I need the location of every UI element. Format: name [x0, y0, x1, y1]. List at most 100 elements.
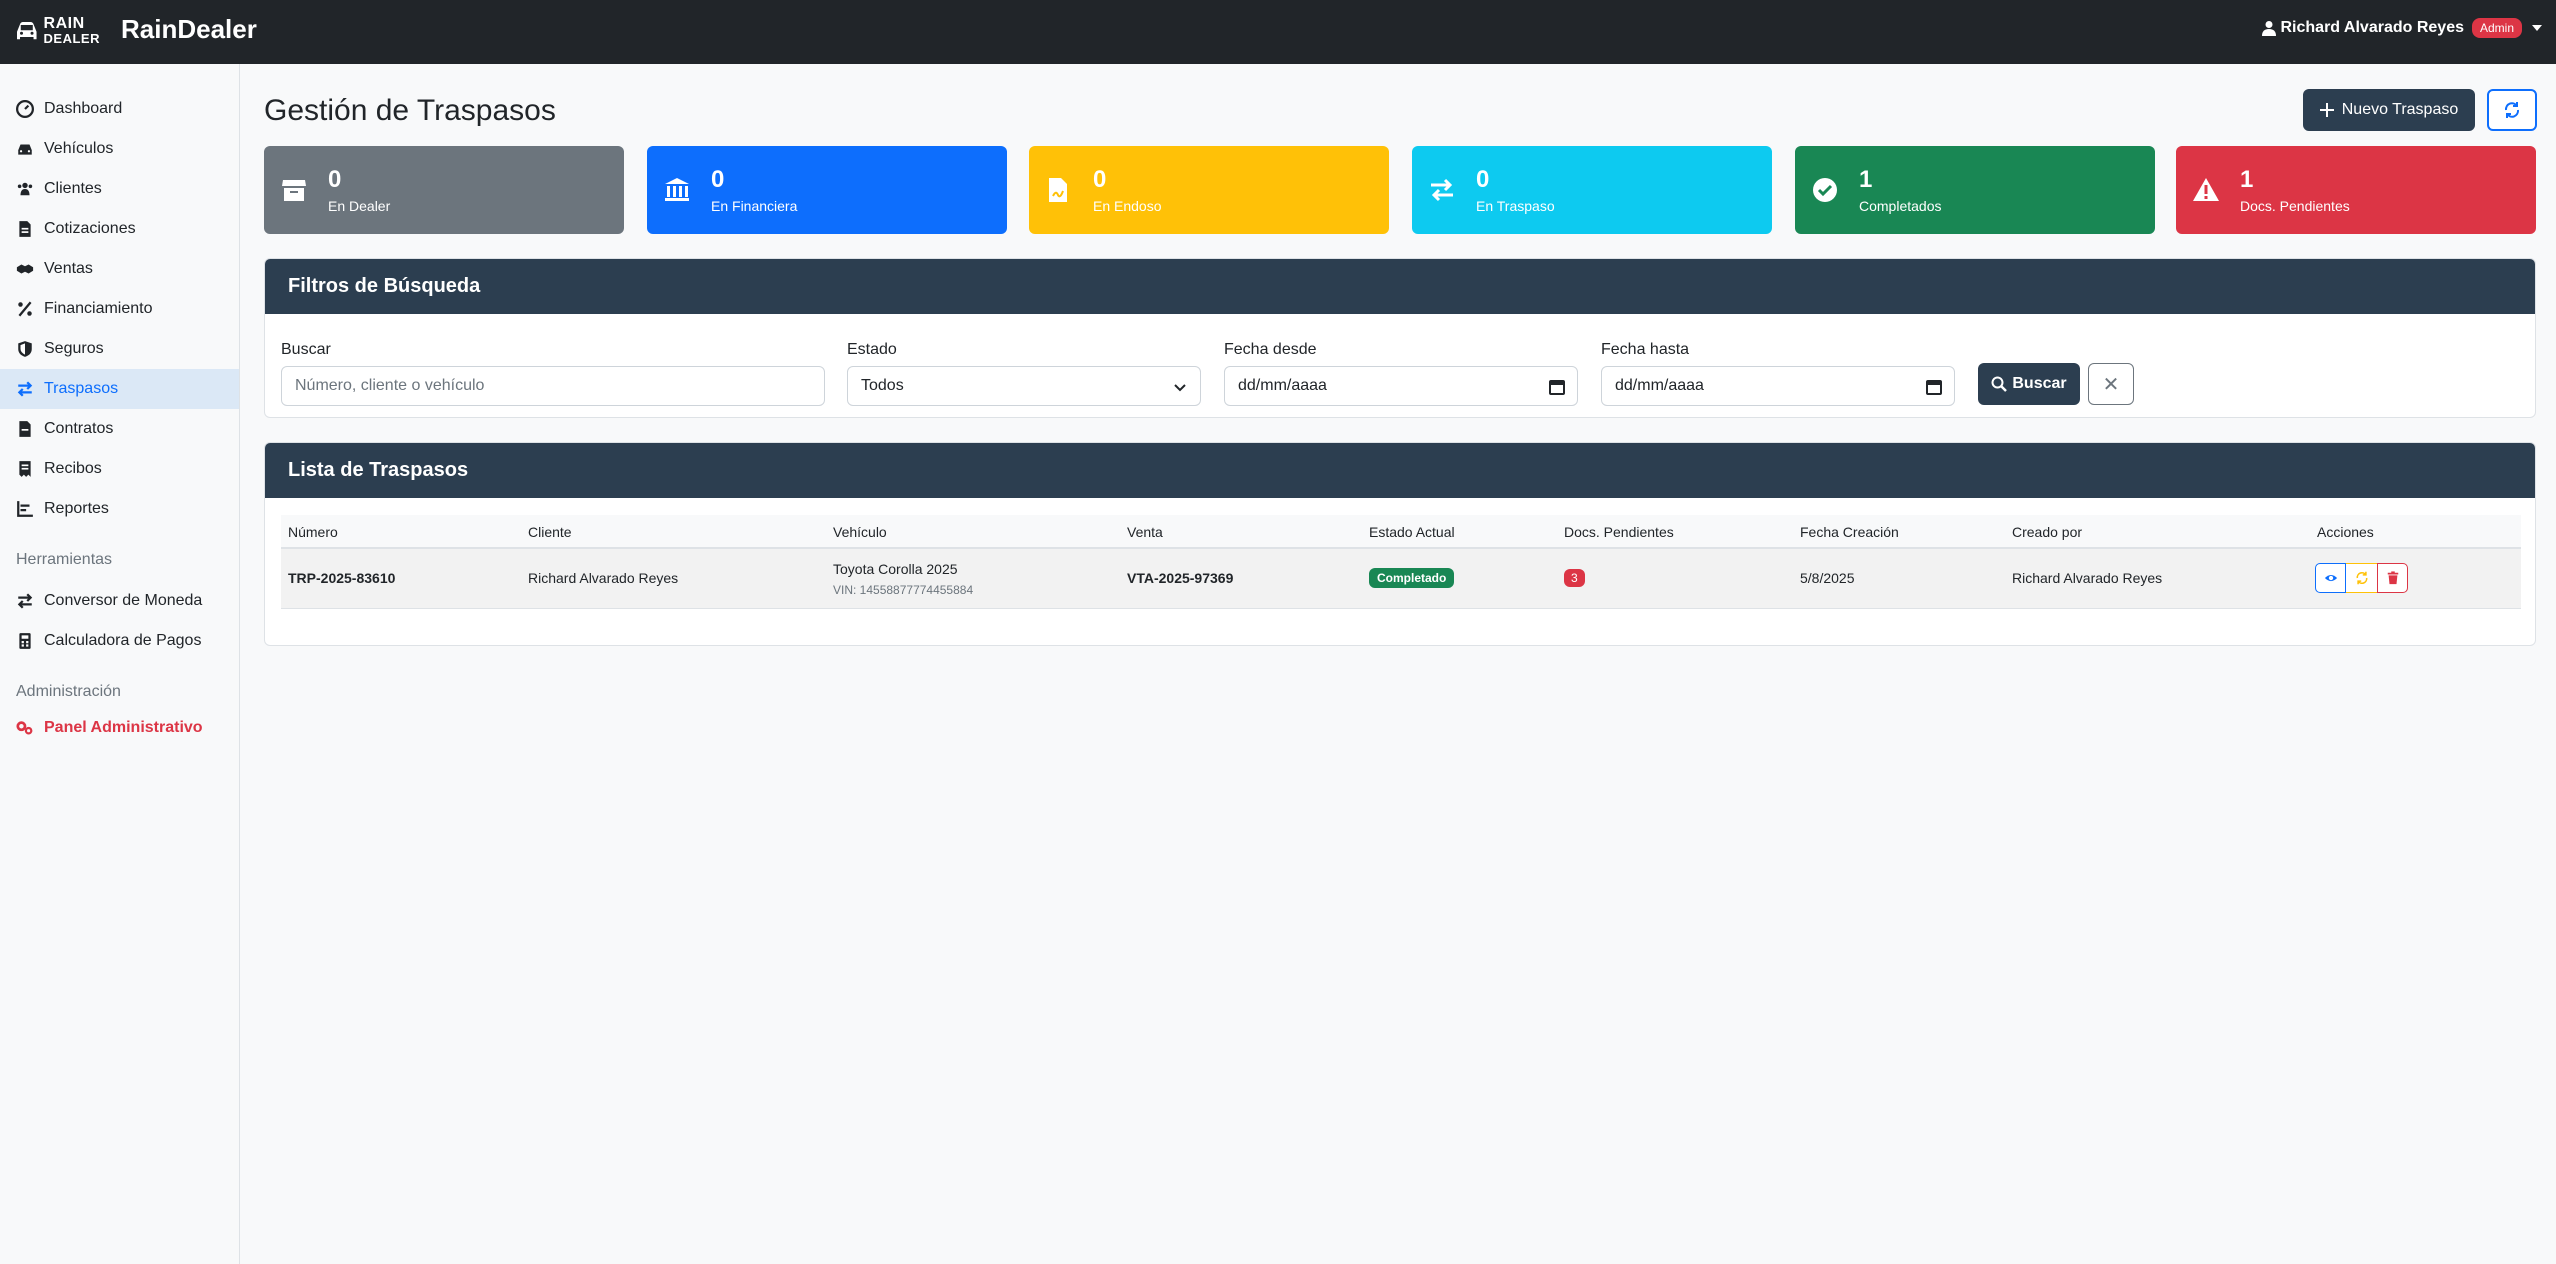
col-cliente: Cliente — [528, 524, 572, 540]
sidebar: Dashboard Vehículos Clientes Cotizacione… — [0, 64, 240, 1264]
car-logo-icon — [17, 21, 37, 40]
col-docs: Docs. Pendientes — [1564, 524, 1674, 540]
sidebar-item-label: Contratos — [44, 420, 114, 437]
sidebar-item-traspasos[interactable]: Traspasos — [0, 369, 239, 409]
update-status-button[interactable] — [2346, 563, 2377, 593]
col-venta: Venta — [1127, 524, 1163, 540]
top-navbar: RAIN DEALER RainDealer Richard Alvarado … — [0, 0, 2556, 64]
refresh-button[interactable] — [2487, 89, 2537, 131]
stat-label: En Dealer — [328, 198, 391, 214]
delete-button[interactable] — [2377, 563, 2408, 593]
sidebar-item-label: Seguros — [44, 340, 104, 357]
sidebar-item-label: Conversor de Moneda — [44, 592, 203, 609]
date-to-input[interactable]: dd/mm/aaaa — [1601, 366, 1955, 406]
file-icon — [19, 221, 31, 237]
exchange-icon — [17, 593, 33, 609]
stat-card-en-endoso: 0 En Endoso — [1029, 146, 1389, 234]
stats-row: 0 En Dealer 0 En Financiera 0 En Endoso 0 En… — [264, 146, 2536, 234]
search-input[interactable]: Número, cliente o vehículo — [281, 366, 825, 406]
sidebar-item-reportes[interactable]: Reportes — [0, 489, 239, 529]
cell-fecha: 5/8/2025 — [1800, 570, 1855, 586]
car-icon — [18, 144, 32, 155]
sidebar-item-contratos[interactable]: Contratos — [0, 409, 239, 449]
logo-line-2: DEALER — [43, 31, 100, 46]
handshake-icon — [16, 264, 34, 274]
status-select[interactable]: Todos — [847, 366, 1201, 406]
search-label: Buscar — [281, 341, 331, 358]
col-creado: Creado por — [2012, 524, 2083, 540]
table-row[interactable]: TRP-2025-83610 Richard Alvarado Reyes To… — [281, 549, 2521, 609]
stat-value: 1 — [1859, 166, 1873, 193]
stat-card-en-dealer: 0 En Dealer — [264, 146, 624, 234]
brand-logo[interactable]: RAIN DEALER — [14, 12, 100, 50]
sidebar-item-label: Traspasos — [44, 380, 119, 397]
admin-section-title: Administración — [16, 683, 121, 700]
sidebar-item-vehiculos[interactable]: Vehículos — [0, 129, 239, 169]
view-button[interactable] — [2315, 563, 2346, 593]
stat-value: 0 — [1476, 166, 1490, 193]
col-vehiculo: Vehículo — [833, 524, 887, 540]
docs-pending-badge: 3 — [1564, 569, 1585, 587]
status-select-value: Todos — [861, 377, 904, 394]
contract-icon — [19, 421, 31, 437]
calendar-icon — [1549, 380, 1565, 395]
bank-icon — [665, 178, 689, 201]
sidebar-item-label: Financiamiento — [44, 300, 153, 317]
signature-icon — [1049, 178, 1067, 202]
logo-line-1: RAIN — [43, 15, 85, 32]
percent-icon — [18, 301, 32, 317]
user-icon — [2261, 21, 2276, 36]
sidebar-item-label: Vehículos — [44, 140, 114, 157]
sidebar-item-seguros[interactable]: Seguros — [0, 329, 239, 369]
sidebar-item-clientes[interactable]: Clientes — [0, 169, 239, 209]
tools-section-title: Herramientas — [16, 551, 113, 568]
stat-card-docs-pendientes: 1 Docs. Pendientes — [2176, 146, 2536, 234]
brand-name[interactable]: RainDealer — [121, 14, 257, 45]
trash-icon — [2387, 571, 2398, 585]
shield-icon — [18, 341, 32, 357]
calendar-icon — [1926, 380, 1942, 395]
sidebar-item-admin-panel[interactable]: Panel Administrativo — [0, 713, 239, 743]
sidebar-item-recibos[interactable]: Recibos — [0, 449, 239, 489]
sidebar-item-label: Reportes — [44, 500, 109, 517]
date-from-input[interactable]: dd/mm/aaaa — [1224, 366, 1578, 406]
exchange-icon — [17, 381, 33, 397]
warning-icon — [2193, 178, 2219, 201]
sidebar-item-cotizaciones[interactable]: Cotizaciones — [0, 209, 239, 249]
chart-icon — [17, 501, 33, 517]
stat-value: 1 — [2240, 166, 2254, 193]
stat-card-en-financiera: 0 En Financiera — [647, 146, 1007, 234]
dashboard-icon — [16, 100, 34, 118]
sidebar-item-label: Calculadora de Pagos — [44, 632, 202, 649]
sidebar-item-label: Clientes — [44, 180, 102, 197]
stat-label: En Traspaso — [1476, 198, 1555, 214]
new-transfer-button[interactable]: Nuevo Traspaso — [2303, 89, 2475, 131]
receipt-icon — [19, 461, 31, 477]
refresh-icon — [2356, 571, 2367, 585]
col-numero: Número — [288, 524, 338, 540]
clear-filters-button[interactable]: ✕ — [2088, 363, 2134, 405]
cell-venta: VTA-2025-97369 — [1127, 570, 1234, 586]
sidebar-item-label: Ventas — [44, 260, 93, 277]
stat-label: Completados — [1859, 198, 1942, 214]
new-transfer-label: Nuevo Traspaso — [2341, 101, 2459, 118]
cell-numero: TRP-2025-83610 — [288, 570, 396, 586]
role-badge: Admin — [2471, 18, 2522, 38]
sidebar-item-dashboard[interactable]: Dashboard — [0, 89, 239, 129]
sidebar-item-ventas[interactable]: Ventas — [0, 249, 239, 289]
search-button[interactable]: Buscar — [1978, 363, 2080, 405]
sidebar-item-currency-converter[interactable]: Conversor de Moneda — [0, 581, 239, 621]
user-menu[interactable]: Richard Alvarado Reyes Admin — [2261, 18, 2542, 38]
sidebar-item-financiamiento[interactable]: Financiamiento — [0, 289, 239, 329]
gears-icon — [16, 721, 33, 735]
stat-value: 0 — [711, 166, 725, 193]
sidebar-item-payment-calculator[interactable]: Calculadora de Pagos — [0, 621, 239, 661]
cell-cliente: Richard Alvarado Reyes — [528, 570, 679, 586]
filters-card: Filtros de Búsqueda Buscar Número, clien… — [264, 258, 2536, 418]
transfers-table: Número Cliente Vehículo Venta Estado Act… — [281, 515, 2521, 609]
search-icon — [1991, 376, 2008, 392]
chevron-down-icon — [2532, 25, 2542, 31]
list-title: Lista de Traspasos — [265, 443, 2535, 498]
sidebar-item-label: Dashboard — [44, 100, 123, 117]
stat-card-completados: 1 Completados — [1795, 146, 2155, 234]
